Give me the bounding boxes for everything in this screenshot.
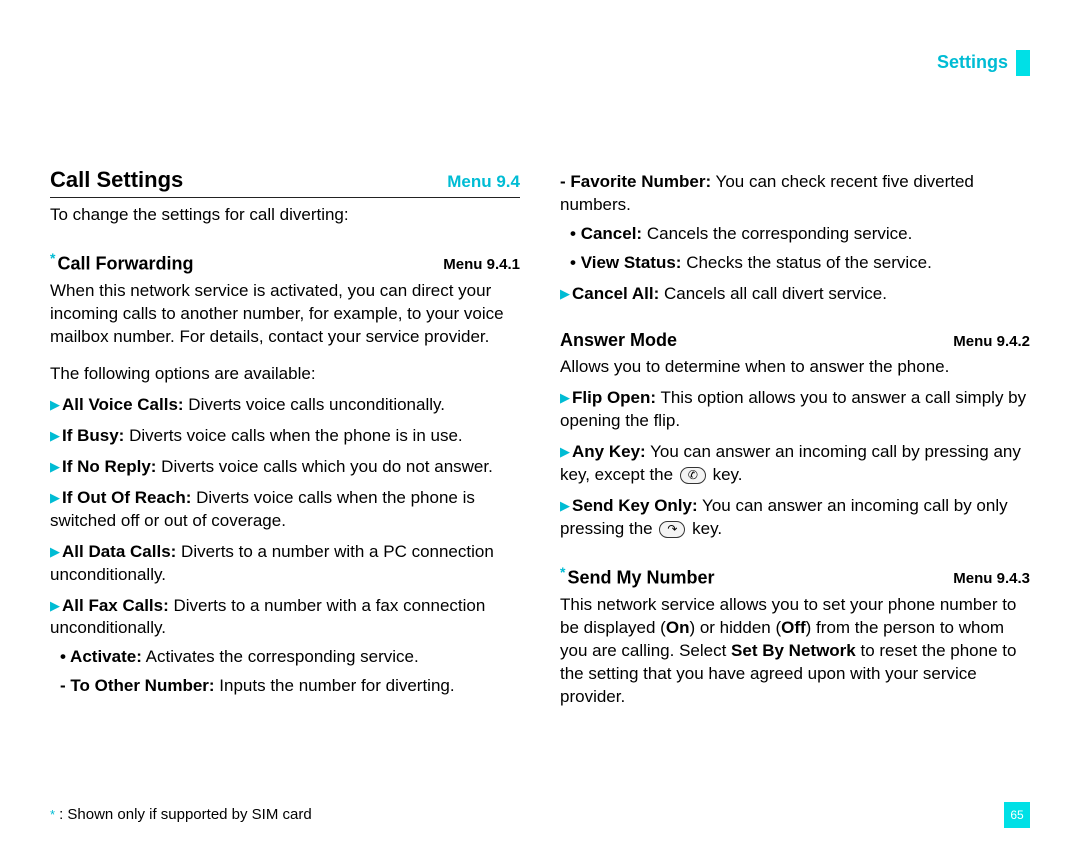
opt-if-busy: ▶If Busy: Diverts voice calls when the p… — [50, 425, 520, 448]
sub-favorite-number: - Favorite Number: You can check recent … — [560, 171, 1030, 217]
send-key-icon: ↷ — [659, 521, 685, 538]
content-columns: Call Settings Menu 9.4 To change the set… — [50, 165, 1030, 709]
bullet-icon: ▶ — [560, 389, 570, 407]
intro-text: To change the settings for call divertin… — [50, 204, 520, 227]
page-number: 65 — [1004, 802, 1030, 828]
right-column: - Favorite Number: You can check recent … — [560, 165, 1030, 709]
sub-to-other-number: - To Other Number: Inputs the number for… — [50, 675, 520, 698]
h1-menu: Menu 9.4 — [447, 171, 520, 194]
opt-cancel-all: ▶Cancel All: Cancels all call divert ser… — [560, 283, 1030, 306]
section-tab: Settings — [937, 50, 1030, 76]
h2-answer-mode: Answer Mode Menu 9.4.2 — [560, 328, 1030, 352]
bullet-icon: ▶ — [50, 543, 60, 561]
cf-body2: The following options are available: — [50, 363, 520, 386]
h2-send-my-number: *Send My Number Menu 9.4.3 — [560, 563, 1030, 591]
page-footer: *: Shown only if supported by SIM card 6… — [50, 802, 1030, 828]
smn-body: This network service allows you to set y… — [560, 594, 1030, 709]
star-icon: * — [560, 564, 565, 580]
section-title: Settings — [937, 50, 1014, 76]
h2-title: Answer Mode — [560, 328, 677, 352]
bullet-icon: ▶ — [560, 285, 570, 303]
bullet-icon: ▶ — [50, 458, 60, 476]
bullet-icon: ▶ — [50, 396, 60, 414]
bullet-icon: ▶ — [50, 427, 60, 445]
h2-title: Send My Number — [567, 567, 714, 587]
section-accent-bar — [1016, 50, 1030, 76]
h2-menu: Menu 9.4.2 — [953, 332, 1030, 352]
opt-any-key: ▶Any Key: You can answer an incoming cal… — [560, 441, 1030, 487]
opt-all-fax: ▶All Fax Calls: Diverts to a number with… — [50, 595, 520, 641]
left-column: Call Settings Menu 9.4 To change the set… — [50, 165, 520, 709]
footnote: *: Shown only if supported by SIM card — [50, 805, 312, 825]
end-key-icon: ✆ — [680, 467, 706, 484]
h2-call-forwarding: *Call Forwarding Menu 9.4.1 — [50, 249, 520, 277]
star-icon: * — [50, 807, 55, 822]
cf-body1: When this network service is activated, … — [50, 280, 520, 349]
bullet-icon: ▶ — [560, 443, 570, 461]
h2-menu: Menu 9.4.1 — [443, 255, 520, 275]
star-icon: * — [50, 250, 55, 266]
opt-if-no-reply: ▶If No Reply: Diverts voice calls which … — [50, 456, 520, 479]
h2-menu: Menu 9.4.3 — [953, 569, 1030, 589]
opt-all-voice: ▶All Voice Calls: Diverts voice calls un… — [50, 394, 520, 417]
manual-page: Settings Call Settings Menu 9.4 To chang… — [0, 0, 1080, 864]
bullet-icon: ▶ — [50, 597, 60, 615]
h2-title: Call Forwarding — [57, 253, 193, 273]
sub-view-status: • View Status: Checks the status of the … — [560, 252, 1030, 275]
opt-all-data: ▶All Data Calls: Diverts to a number wit… — [50, 541, 520, 587]
sub-activate: • Activate: Activates the corresponding … — [50, 646, 520, 669]
bullet-icon: ▶ — [560, 497, 570, 515]
opt-flip-open: ▶Flip Open: This option allows you to an… — [560, 387, 1030, 433]
sub-cancel: • Cancel: Cancels the corresponding serv… — [560, 223, 1030, 246]
h1-call-settings: Call Settings Menu 9.4 — [50, 165, 520, 198]
opt-if-out: ▶If Out Of Reach: Diverts voice calls wh… — [50, 487, 520, 533]
opt-send-key-only: ▶Send Key Only: You can answer an incomi… — [560, 495, 1030, 541]
am-body: Allows you to determine when to answer t… — [560, 356, 1030, 379]
h1-title: Call Settings — [50, 165, 183, 195]
bullet-icon: ▶ — [50, 489, 60, 507]
